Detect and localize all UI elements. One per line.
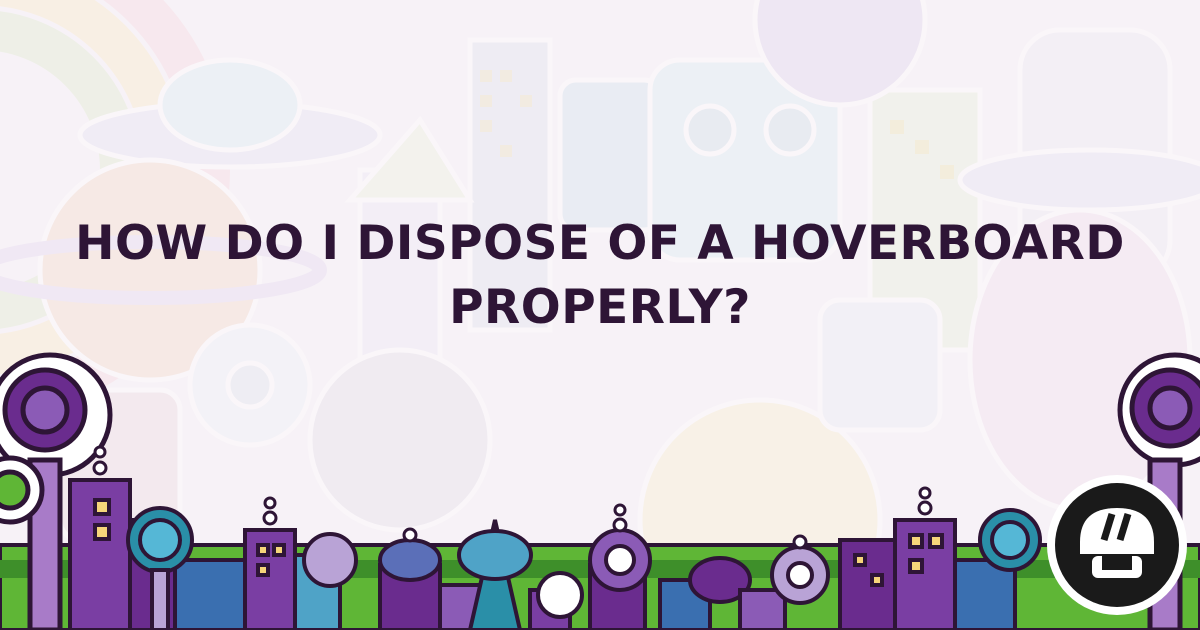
headline-line-2: PROPERLY? bbox=[449, 280, 751, 335]
hero-banner: HOW DO I DISPOSE OF A HOVERBOARD PROPERL… bbox=[0, 0, 1200, 630]
headline: HOW DO I DISPOSE OF A HOVERBOARD PROPERL… bbox=[0, 212, 1200, 340]
headline-line-1: HOW DO I DISPOSE OF A HOVERBOARD bbox=[75, 216, 1125, 271]
helmet-logo-icon[interactable] bbox=[1042, 470, 1192, 620]
